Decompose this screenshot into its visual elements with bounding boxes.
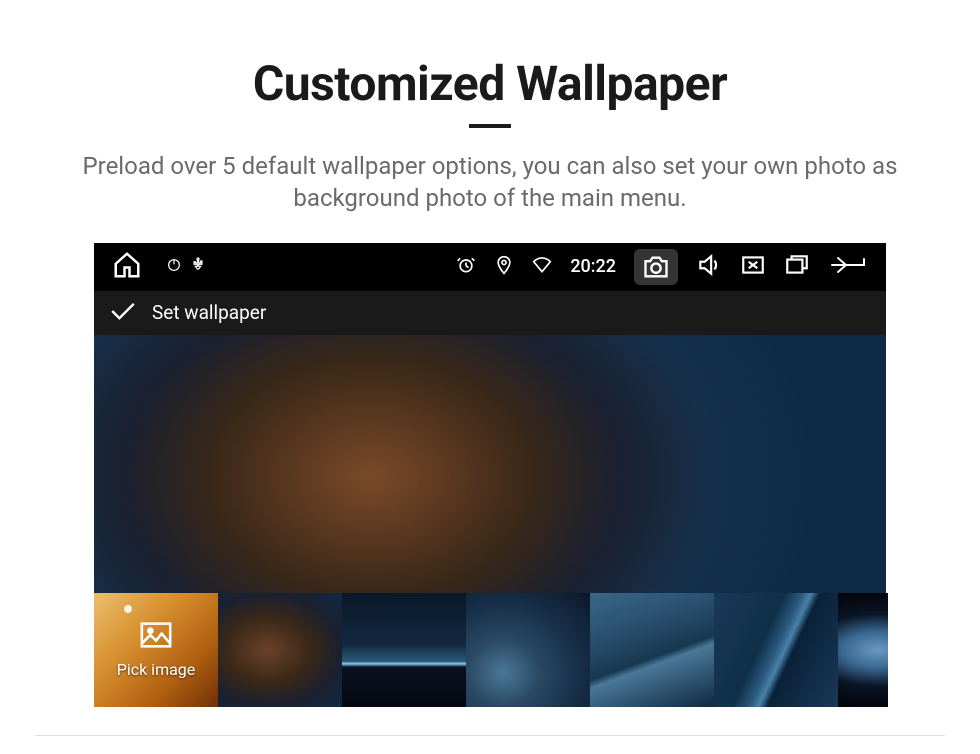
back-icon[interactable] <box>828 254 868 280</box>
wallpaper-thumb-6[interactable] <box>838 593 888 707</box>
recent-apps-icon[interactable] <box>784 252 810 282</box>
confirm-icon[interactable] <box>108 299 138 327</box>
divider <box>35 735 945 736</box>
power-icon <box>166 257 182 277</box>
home-icon[interactable] <box>112 250 142 284</box>
volume-icon[interactable] <box>696 252 722 282</box>
wallpaper-thumb-4[interactable] <box>590 593 714 707</box>
page-title: Customized Wallpaper <box>0 55 980 112</box>
thumbnail-strip: Pick image <box>94 593 886 707</box>
device-screen: 20:22 Set wallpaper Pic <box>94 243 886 707</box>
location-icon <box>494 255 514 279</box>
wallpaper-thumb-1[interactable] <box>218 593 342 707</box>
wallpaper-thumb-5[interactable] <box>714 593 838 707</box>
usb-icon <box>190 257 206 277</box>
camera-icon[interactable] <box>634 249 678 285</box>
wifi-icon <box>532 255 552 279</box>
title-underline <box>469 124 511 128</box>
pick-image-button[interactable]: Pick image <box>94 593 218 707</box>
alarm-icon <box>456 255 476 279</box>
close-window-icon[interactable] <box>740 252 766 282</box>
wallpaper-thumb-2[interactable] <box>342 593 466 707</box>
status-time: 20:22 <box>570 256 616 277</box>
wallpaper-thumb-3[interactable] <box>466 593 590 707</box>
action-bar: Set wallpaper <box>94 291 886 335</box>
pick-image-label: Pick image <box>117 660 196 679</box>
status-bar: 20:22 <box>94 243 886 291</box>
action-label: Set wallpaper <box>152 301 266 324</box>
page-subtitle: Preload over 5 default wallpaper options… <box>30 150 950 215</box>
wallpaper-preview[interactable] <box>94 335 886 593</box>
